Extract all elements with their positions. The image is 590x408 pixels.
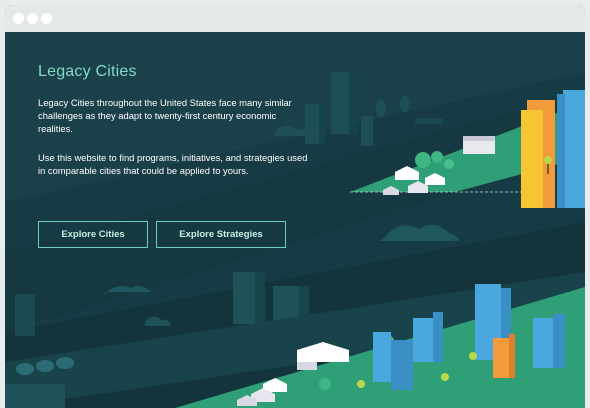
usage-paragraph: Use this website to find programs, initi… xyxy=(38,152,308,176)
intro-paragraph: Legacy Cities throughout the United Stat… xyxy=(38,97,292,134)
window-dot-icon[interactable] xyxy=(27,13,38,24)
window-titlebar xyxy=(5,5,585,32)
hero-section: Legacy Cities Legacy Cities throughout t… xyxy=(5,32,585,408)
browser-window: Legacy Cities Legacy Cities throughout t… xyxy=(5,5,585,408)
explore-strategies-button[interactable]: Explore Strategies xyxy=(156,221,286,248)
explore-cities-button[interactable]: Explore Cities xyxy=(38,221,148,248)
window-dot-icon[interactable] xyxy=(41,13,52,24)
buildings-upper-right xyxy=(521,90,585,208)
window-dot-icon[interactable] xyxy=(13,13,24,24)
page-title: Legacy Cities xyxy=(38,63,137,80)
cloud-shape xyxy=(379,224,459,241)
city-illustration xyxy=(5,32,585,408)
